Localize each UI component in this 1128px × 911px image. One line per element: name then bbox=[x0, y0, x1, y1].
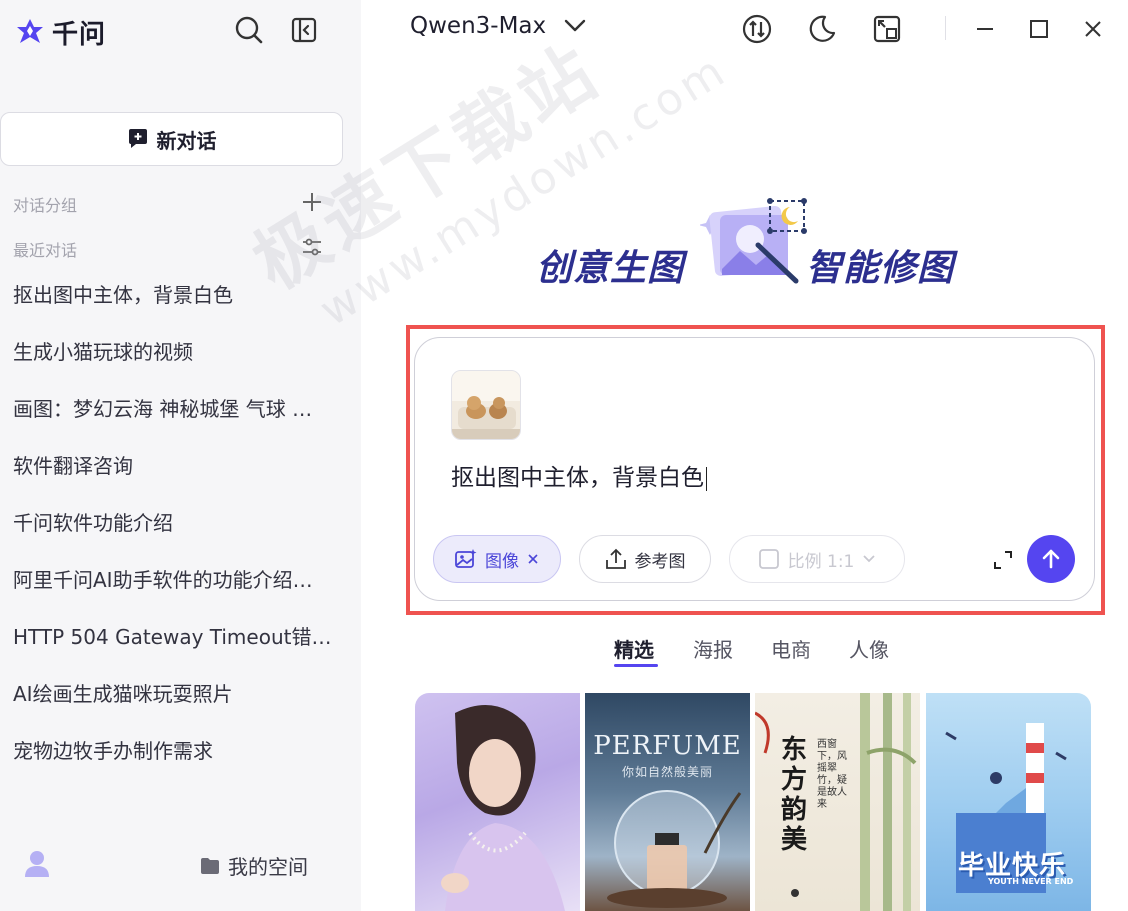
search-icon[interactable] bbox=[233, 14, 265, 46]
active-tab-indicator bbox=[614, 664, 658, 667]
send-button[interactable] bbox=[1027, 535, 1075, 583]
chat-groups-label: 对话分组 bbox=[13, 196, 78, 215]
poster3-text: 西窗下，风摇翠竹，疑是故人来 bbox=[817, 739, 847, 810]
uploaded-image-thumbnail[interactable] bbox=[451, 370, 521, 440]
my-space-button[interactable]: 我的空间 bbox=[200, 851, 308, 880]
minimize-icon[interactable] bbox=[968, 12, 1002, 46]
feature-banner: 创意生图 智能修图 bbox=[530, 195, 970, 305]
text-caret bbox=[706, 466, 707, 491]
recent-chats-label: 最近对话 bbox=[13, 241, 78, 260]
history-item[interactable]: 宠物边牧手办制作需求 bbox=[13, 735, 333, 764]
history-item[interactable]: 软件翻译咨询 bbox=[13, 450, 333, 479]
user-avatar-icon[interactable] bbox=[24, 850, 50, 878]
perfume-bottle-image bbox=[607, 790, 742, 908]
chevron-down-icon bbox=[863, 555, 876, 563]
tab-featured[interactable]: 精选 bbox=[614, 634, 654, 663]
composer-card: 抠出图中主体，背景白色 图像 参考图 比例 1:1 bbox=[414, 337, 1095, 601]
app-logo[interactable]: 千问 bbox=[14, 14, 106, 51]
reference-label: 参考图 bbox=[634, 551, 686, 572]
history-item[interactable]: 画图：梦幻云海 神秘城堡 气球 … bbox=[13, 393, 333, 422]
mini-window-icon[interactable] bbox=[870, 12, 904, 46]
collapse-sidebar-icon[interactable] bbox=[288, 14, 320, 46]
image-chip-label: 图像 bbox=[485, 551, 519, 572]
history-item[interactable]: AI绘画生成猫咪玩耍照片 bbox=[13, 678, 333, 707]
poster3-title: 东方韵美 bbox=[781, 735, 808, 855]
image-edit-illustration bbox=[700, 198, 807, 284]
upload-icon bbox=[605, 548, 626, 569]
sort-toggle-icon[interactable] bbox=[740, 12, 774, 46]
add-group-icon[interactable] bbox=[298, 188, 326, 216]
history-item[interactable]: 生成小猫玩球的视频 bbox=[13, 336, 333, 365]
ratio-label: 比例 1:1 bbox=[787, 551, 855, 572]
dark-mode-icon[interactable] bbox=[805, 12, 839, 46]
history-item[interactable]: 抠出图中主体，背景白色 bbox=[13, 279, 333, 308]
history-item[interactable]: 阿里千问AI助手软件的功能介绍… bbox=[13, 564, 333, 593]
new-chat-label: 新对话 bbox=[156, 128, 217, 153]
poster4-subtitle: YOUTH NEVER END bbox=[988, 877, 1074, 886]
prompt-text: 抠出图中主体，背景白色 bbox=[451, 465, 704, 491]
new-chat-icon bbox=[128, 129, 147, 148]
folder-icon bbox=[201, 857, 219, 874]
image-icon bbox=[455, 549, 477, 568]
model-selector[interactable]: Qwen3-Max bbox=[410, 13, 586, 39]
tab-poster[interactable]: 海报 bbox=[693, 634, 733, 663]
my-space-label: 我的空间 bbox=[228, 855, 308, 879]
gallery-card-graduation[interactable]: 毕业快乐 YOUTH NEVER END bbox=[926, 693, 1091, 911]
history-item[interactable]: 千问软件功能介绍 bbox=[13, 507, 333, 536]
chevron-down-icon bbox=[564, 19, 586, 32]
reference-image-button[interactable]: 参考图 bbox=[579, 535, 711, 583]
image-mode-chip[interactable]: 图像 bbox=[433, 535, 561, 583]
banner-left-text: 创意生图 bbox=[536, 248, 685, 289]
prompt-input[interactable]: 抠出图中主体，背景白色 bbox=[451, 458, 707, 492]
portrait-image bbox=[441, 705, 565, 911]
sidebar: 千问 新对话 对话分组 最近对话 抠出图中主体，背景白色 生成小猫玩球的视频 画… bbox=[0, 0, 361, 911]
aspect-ratio-selector[interactable]: 比例 1:1 bbox=[729, 535, 905, 583]
gallery-card-perfume[interactable]: PERFUME 你如自然般美丽 bbox=[585, 693, 750, 911]
close-icon[interactable] bbox=[1076, 12, 1110, 46]
qwen-logo-icon bbox=[17, 18, 43, 43]
tab-ecommerce[interactable]: 电商 bbox=[771, 634, 811, 663]
tab-portrait[interactable]: 人像 bbox=[849, 634, 889, 663]
arrow-up-icon bbox=[1042, 549, 1060, 569]
banner-right-text: 智能修图 bbox=[806, 248, 955, 289]
gallery-card-portrait[interactable] bbox=[415, 693, 580, 911]
maximize-icon[interactable] bbox=[1022, 12, 1056, 46]
filter-settings-icon[interactable] bbox=[298, 233, 326, 261]
app-name: 千问 bbox=[52, 20, 107, 50]
toolbar-divider bbox=[945, 16, 946, 40]
remove-chip-icon[interactable] bbox=[527, 553, 539, 565]
history-item[interactable]: HTTP 504 Gateway Timeout错… bbox=[13, 621, 333, 650]
square-ratio-icon bbox=[758, 549, 779, 569]
gallery-card-bamboo[interactable]: 东方韵美 西窗下，风摇翠竹，疑是故人来 bbox=[755, 693, 920, 911]
expand-icon[interactable] bbox=[989, 546, 1017, 574]
new-chat-button[interactable]: 新对话 bbox=[0, 112, 343, 166]
model-name: Qwen3-Max bbox=[410, 13, 547, 39]
